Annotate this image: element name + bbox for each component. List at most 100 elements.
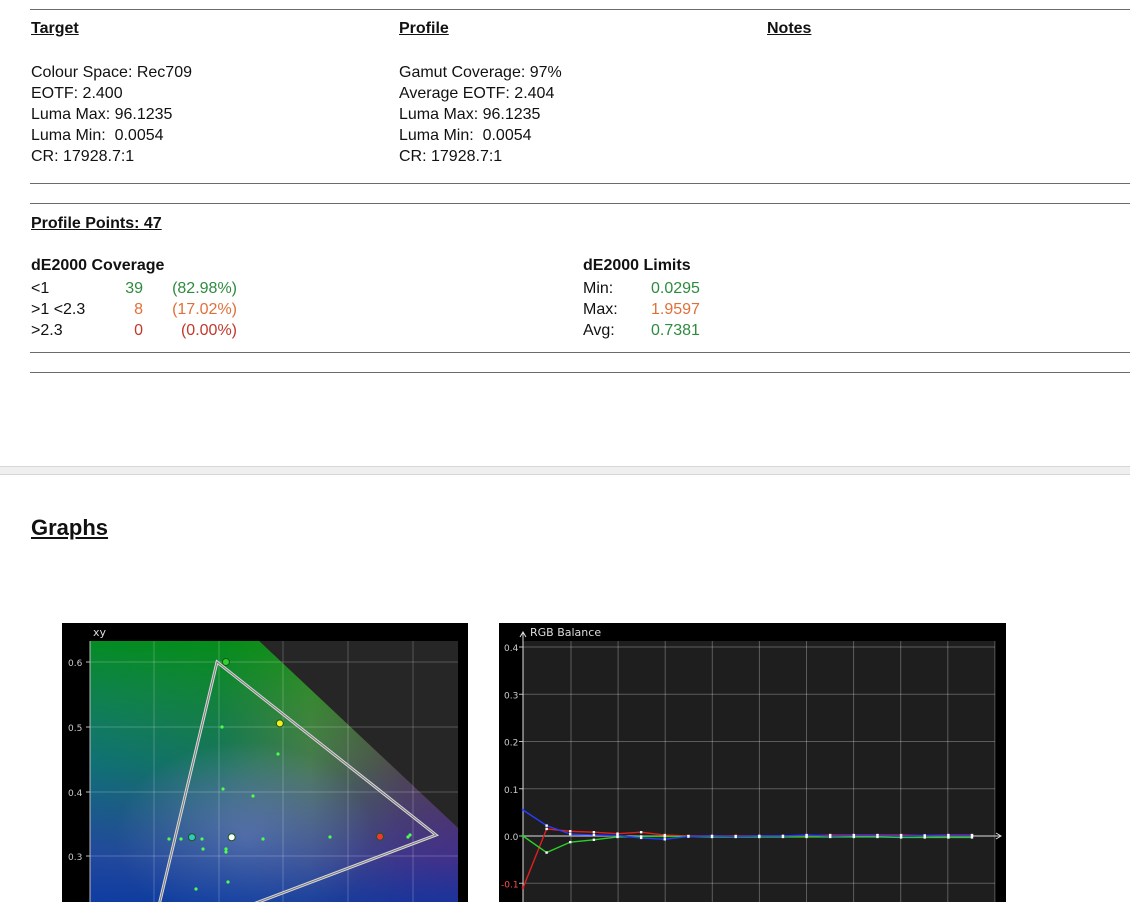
coverage-row: <1 39 (82.98%) (31, 278, 237, 299)
section-rule (30, 352, 1130, 353)
rgb-series-point (970, 834, 974, 837)
profile-heading: Profile (399, 20, 449, 37)
measurement-point (251, 794, 255, 798)
target-eotf: EOTF: 2.400 (31, 85, 123, 102)
coverage-label: <1 (31, 280, 50, 297)
rgb-series-point (521, 808, 525, 812)
target-cr: CR: 17928.7:1 (31, 148, 135, 165)
section-rule (30, 183, 1130, 184)
profile-avg-eotf: Average EOTF: 2.404 (399, 85, 555, 102)
coverage-percent: (17.02%) (172, 301, 237, 318)
notes-heading: Notes (767, 20, 812, 37)
xy-y-tick-label: 0.3 (68, 853, 82, 863)
measurement-point (201, 847, 205, 851)
rgb-series-point (734, 835, 737, 838)
measurement-point (406, 835, 410, 839)
xy-y-tick-label: 0.4 (68, 789, 83, 799)
rgb-series-point (805, 833, 808, 837)
profile-luma-max: Luma Max: 96.1235 (399, 106, 541, 123)
rgb-series-point (592, 838, 596, 841)
rgb-series-point (639, 836, 643, 840)
rgb-balance-chart: 0.4 0.3 0.2 0.1 0.0 -0.1 RGB Balance (499, 623, 1006, 902)
limits-label: Min: (583, 280, 614, 297)
rgb-y-tick-label: 0.3 (504, 691, 518, 701)
measurement-point (224, 847, 228, 851)
coverage-count: 39 (125, 280, 143, 297)
rgb-y-tick-label: -0.1 (501, 880, 519, 890)
page-break-band (0, 466, 1130, 475)
measurement-point (224, 850, 228, 854)
measurement-point (261, 837, 265, 841)
limits-value: 0.0295 (651, 280, 700, 297)
coverage-percent: (0.00%) (180, 322, 237, 339)
rgb-y-tick-label: 0.1 (504, 786, 518, 796)
rgb-series-point (710, 834, 714, 838)
xy-chromaticity-chart: xy 0.6 0.5 0.4 0.3 (62, 623, 468, 902)
profile-points-heading: Profile Points: 47 (31, 215, 162, 232)
limits-value: 1.9597 (651, 301, 700, 318)
limits-row: Avg: 0.7381 (583, 320, 700, 341)
measurement-point (220, 725, 224, 729)
profile-luma-min: Luma Min: 0.0054 (399, 127, 532, 144)
coverage-count: 0 (134, 322, 143, 339)
rgb-y-tick-label: 0.4 (504, 644, 519, 654)
coverage-count: 8 (134, 301, 143, 318)
rgb-series-point (521, 834, 525, 838)
rgb-series-point (639, 831, 643, 834)
measurement-point (179, 837, 183, 841)
coverage-table: <1 39 (82.98%) >1 <2.3 8 (17.02%) >2.3 0 (0.00%) (31, 278, 237, 341)
coverage-label: >2.3 (31, 322, 63, 339)
rgb-series-point (545, 827, 548, 831)
section-rule (30, 372, 1130, 373)
rgb-series-point (899, 834, 903, 838)
primary-marker-cyan (187, 833, 196, 842)
primary-marker-white (227, 833, 236, 842)
graphs-title: Graphs (31, 515, 109, 540)
measurement-point (221, 787, 225, 791)
xy-y-tick-label: 0.6 (68, 659, 83, 669)
limits-table: Min: 0.0295 Max: 1.9597 Avg: 0.7381 (583, 278, 700, 341)
primary-marker-yellow (275, 719, 284, 728)
rgb-series-point (758, 834, 761, 838)
target-luma-min: Luma Min: 0.0054 (31, 127, 164, 144)
measurement-point (226, 880, 230, 884)
limits-row: Max: 1.9597 (583, 299, 700, 320)
limits-heading: dE2000 Limits (583, 257, 691, 274)
rgb-series-point (781, 834, 785, 838)
coverage-row: >2.3 0 (0.00%) (31, 320, 237, 341)
rgb-series-point (616, 834, 619, 837)
xy-y-tick-label: 0.5 (68, 724, 82, 734)
target-luma-max: Luma Max: 96.1235 (31, 106, 173, 123)
primary-marker-red (375, 832, 384, 841)
rgb-series-point (829, 834, 832, 838)
rgb-series-point (687, 835, 690, 838)
profile-block: Gamut Coverage: 97% Average EOTF: 2.404 … (399, 62, 562, 167)
limits-label: Avg: (583, 322, 615, 339)
limits-row: Min: 0.0295 (583, 278, 700, 299)
rgb-series-point (521, 886, 525, 890)
target-heading: Target (31, 20, 79, 37)
coverage-percent: (82.98%) (172, 280, 237, 297)
coverage-label: >1 <2.3 (31, 301, 86, 318)
limits-label: Max: (583, 301, 618, 318)
rgb-y-tick-label: 0.2 (504, 739, 518, 749)
rgb-chart-svg: 0.4 0.3 0.2 0.1 0.0 -0.1 RGB Balance (501, 626, 1002, 902)
measurement-point (167, 837, 171, 841)
profile-gamut: Gamut Coverage: 97% (399, 64, 562, 81)
rgb-series-point (592, 833, 596, 837)
primary-marker-green (221, 658, 230, 666)
xy-chart-title: xy (93, 626, 107, 639)
rgb-series-point (876, 834, 879, 837)
target-colour-space: Colour Space: Rec709 (31, 64, 192, 81)
rgb-series-point (545, 851, 548, 854)
target-block: Colour Space: Rec709 EOTF: 2.400 Luma Ma… (31, 62, 192, 167)
measurement-point (194, 887, 198, 891)
coverage-row: >1 <2.3 8 (17.02%) (31, 299, 237, 320)
rgb-y-tick-label: 0.0 (504, 833, 519, 843)
profile-cr: CR: 17928.7:1 (399, 148, 503, 165)
measurement-point (276, 752, 280, 756)
rgb-series-point (592, 831, 596, 834)
top-rule (30, 9, 1130, 10)
rgb-series-point (569, 830, 572, 833)
rgb-series-point (947, 834, 950, 837)
